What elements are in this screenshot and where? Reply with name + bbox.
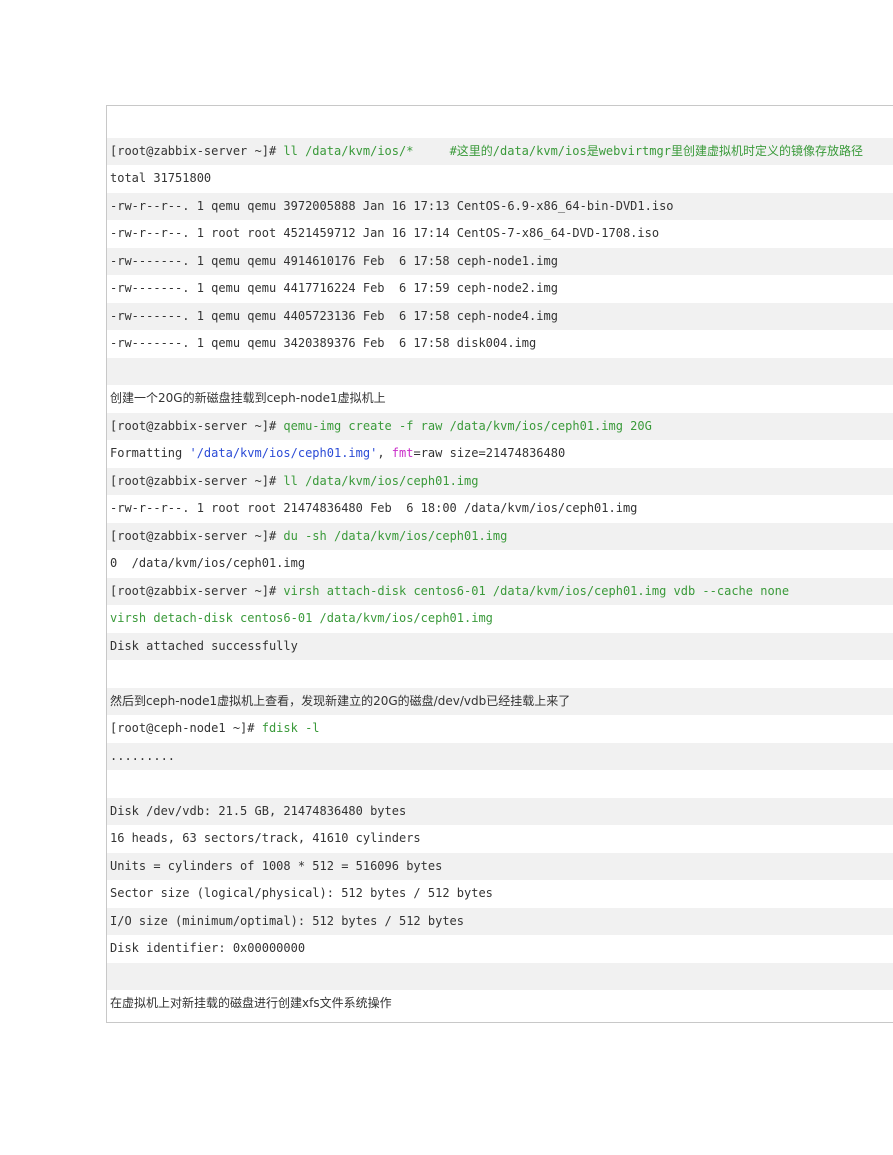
code-line: ......... xyxy=(107,742,893,770)
command-output: , xyxy=(377,446,392,460)
code-line xyxy=(107,110,893,137)
annotation-text: 然后到ceph-node1虚拟机上查看，发现新建立的20G的磁盘/dev/vdb… xyxy=(110,693,571,708)
command-output: 16 heads, 63 sectors/track, 41610 cylind… xyxy=(110,831,421,845)
annotation-text: 创建一个20G的新磁盘挂载到ceph-node1虚拟机上 xyxy=(110,391,386,405)
annotation-text: 在虚拟机上对新挂载的磁盘进行创建xfs文件系统操作 xyxy=(110,996,392,1010)
code-line: -rw-r--r--. 1 root root 21474836480 Feb … xyxy=(107,495,893,522)
command-output: 0 /data/kvm/ios/ceph01.img xyxy=(110,556,306,570)
code-line: Disk /dev/vdb: 21.5 GB, 21474836480 byte… xyxy=(107,797,893,825)
code-block: [root@zabbix-server ~]# ll /data/kvm/ios… xyxy=(106,105,893,1023)
shell-prompt: [root@zabbix-server ~]# xyxy=(110,583,277,598)
command-output: Units = cylinders of 1008 * 512 = 516096… xyxy=(110,858,443,873)
code-line: 然后到ceph-node1虚拟机上查看，发现新建立的20G的磁盘/dev/vdb… xyxy=(107,687,893,715)
code-line: [root@ceph-node1 ~]# fdisk -l xyxy=(107,715,893,742)
code-line xyxy=(107,962,893,990)
code-line: [root@zabbix-server ~]# ll /data/kvm/ios… xyxy=(107,467,893,495)
code-line xyxy=(107,357,893,385)
shell-command: qemu-img create -f raw /data/kvm/ios/cep… xyxy=(276,418,652,433)
shell-command: ll /data/kvm/ios/ceph01.img xyxy=(276,473,479,488)
code-line: virsh detach-disk centos6-01 /data/kvm/i… xyxy=(107,605,893,632)
command-output: -rw-------. 1 qemu qemu 4914610176 Feb 6… xyxy=(110,253,558,268)
code-line: [root@zabbix-server ~]# ll /data/kvm/ios… xyxy=(107,137,893,165)
code-line: [root@zabbix-server ~]# qemu-img create … xyxy=(107,412,893,440)
command-output: ......... xyxy=(110,748,176,763)
shell-prompt: [root@zabbix-server ~]# xyxy=(110,143,277,158)
command-output: -rw-r--r--. 1 qemu qemu 3972005888 Jan 1… xyxy=(110,198,674,213)
command-output: Disk attached successfully xyxy=(110,638,298,653)
code-line: -rw-------. 1 qemu qemu 3420389376 Feb 6… xyxy=(107,330,893,357)
command-output: Sector size (logical/physical): 512 byte… xyxy=(110,886,493,900)
command-output: Disk identifier: 0x00000000 xyxy=(110,941,306,955)
code-line: Sector size (logical/physical): 512 byte… xyxy=(107,880,893,907)
code-line: -rw-------. 1 qemu qemu 4405723136 Feb 6… xyxy=(107,302,893,330)
command-output: total 31751800 xyxy=(110,171,212,185)
command-output: -rw-------. 1 qemu qemu 3420389376 Feb 6… xyxy=(110,336,537,350)
keyword: fmt xyxy=(391,446,414,460)
code-line: -rw-r--r--. 1 root root 4521459712 Jan 1… xyxy=(107,220,893,247)
code-line: Disk identifier: 0x00000000 xyxy=(107,935,893,962)
code-line: -rw-------. 1 qemu qemu 4417716224 Feb 6… xyxy=(107,275,893,302)
shell-command: virsh detach-disk centos6-01 /data/kvm/i… xyxy=(110,611,493,625)
code-line: [root@zabbix-server ~]# du -sh /data/kvm… xyxy=(107,522,893,550)
code-line xyxy=(107,770,893,797)
code-line: 16 heads, 63 sectors/track, 41610 cylind… xyxy=(107,825,893,852)
code-line: total 31751800 xyxy=(107,165,893,192)
code-line: 0 /data/kvm/ios/ceph01.img xyxy=(107,550,893,577)
code-line: Disk attached successfully xyxy=(107,632,893,660)
shell-command: virsh attach-disk centos6-01 /data/kvm/i… xyxy=(276,583,790,598)
code-line xyxy=(107,660,893,687)
code-line: -rw-r--r--. 1 qemu qemu 3972005888 Jan 1… xyxy=(107,192,893,220)
command-output: Disk /dev/vdb: 21.5 GB, 21474836480 byte… xyxy=(110,803,407,818)
shell-command: du -sh /data/kvm/ios/ceph01.img xyxy=(276,528,508,543)
command-output: -rw-------. 1 qemu qemu 4405723136 Feb 6… xyxy=(110,308,558,323)
code-line: 在虚拟机上对新挂载的磁盘进行创建xfs文件系统操作 xyxy=(107,990,893,1017)
code-line: -rw-------. 1 qemu qemu 4914610176 Feb 6… xyxy=(107,247,893,275)
code-line: [root@zabbix-server ~]# virsh attach-dis… xyxy=(107,577,893,605)
shell-prompt: [root@zabbix-server ~]# xyxy=(110,528,277,543)
command-output: -rw-r--r--. 1 root root 4521459712 Jan 1… xyxy=(110,226,660,240)
code-line: 创建一个20G的新磁盘挂载到ceph-node1虚拟机上 xyxy=(107,385,893,412)
code-line: I/O size (minimum/optimal): 512 bytes / … xyxy=(107,907,893,935)
shell-command: fdisk -l xyxy=(254,721,320,735)
command-output: I/O size (minimum/optimal): 512 bytes / … xyxy=(110,913,465,928)
code-line: Formatting '/data/kvm/ios/ceph01.img', f… xyxy=(107,440,893,467)
command-output: Formatting xyxy=(110,446,190,460)
code-line: Units = cylinders of 1008 * 512 = 516096… xyxy=(107,852,893,880)
command-output: =raw size=21474836480 xyxy=(413,446,566,460)
shell-prompt: [root@ceph-node1 ~]# xyxy=(110,721,255,735)
shell-prompt: [root@zabbix-server ~]# xyxy=(110,473,277,488)
shell-prompt: [root@zabbix-server ~]# xyxy=(110,418,277,433)
command-output: -rw-r--r--. 1 root root 21474836480 Feb … xyxy=(110,501,638,515)
shell-command: ll /data/kvm/ios/* #这里的/data/kvm/ios是web… xyxy=(276,143,863,158)
command-output: -rw-------. 1 qemu qemu 4417716224 Feb 6… xyxy=(110,281,558,295)
string-literal: '/data/kvm/ios/ceph01.img' xyxy=(189,446,378,460)
